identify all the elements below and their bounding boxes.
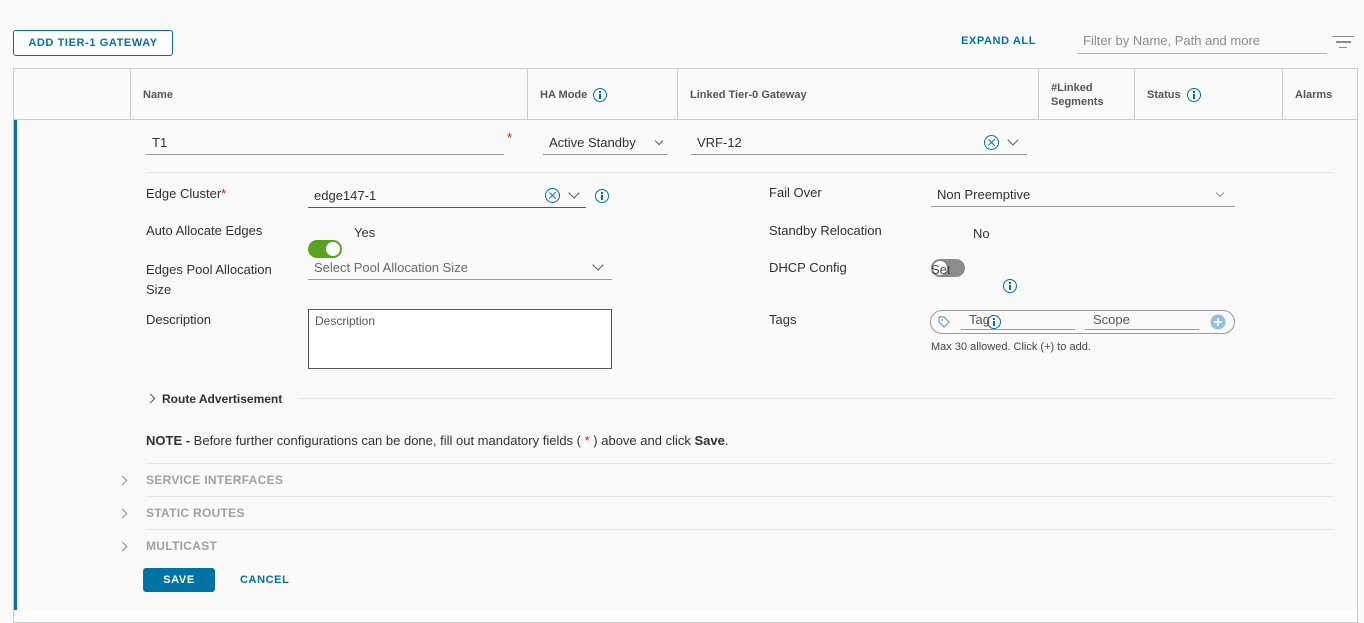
- chevron-down-icon: [654, 136, 664, 145]
- info-icon[interactable]: [1186, 87, 1201, 102]
- clear-icon[interactable]: [984, 135, 999, 150]
- description-label: Description: [146, 312, 212, 327]
- divider: [146, 496, 1334, 497]
- tier0-value: VRF-12: [697, 135, 742, 150]
- edge-cluster-value: edge147-1: [314, 188, 377, 203]
- tags-hint: Max 30 allowed. Click (+) to add.: [931, 341, 1091, 353]
- tag-icon: [938, 316, 950, 328]
- column-linked-tier0-label: Linked Tier-0 Gateway: [690, 88, 807, 101]
- chevron-down-icon[interactable]: [592, 259, 604, 271]
- route-advertisement-toggle[interactable]: Route Advertisement: [162, 392, 282, 406]
- edge-cluster-label: Edge Cluster*: [146, 186, 227, 201]
- standby-relocation-label: Standby Relocation: [769, 223, 882, 238]
- auto-allocate-value: Yes: [354, 225, 376, 240]
- standby-relocation-value: No: [973, 226, 990, 241]
- fail-over-label: Fail Over: [769, 185, 822, 200]
- column-ha-mode-label: HA Mode: [540, 88, 588, 101]
- info-icon[interactable]: [595, 189, 609, 203]
- clear-icon[interactable]: [545, 188, 560, 203]
- add-tier1-gateway-button[interactable]: ADD TIER-1 GATEWAY: [13, 30, 173, 56]
- column-linked-segments-label-2: Segments: [1051, 95, 1104, 108]
- cancel-button[interactable]: CANCEL: [240, 574, 289, 586]
- ha-mode-select[interactable]: Active Standby: [543, 131, 668, 155]
- column-linked-segments-label-1: #Linked: [1051, 81, 1093, 94]
- fail-over-value: Non Preemptive: [937, 187, 1031, 202]
- grid-header: Name HA Mode Linked Tier-0 Gateway #Link…: [14, 69, 1357, 120]
- section-multicast[interactable]: MULTICAST: [146, 539, 217, 553]
- chevron-down-icon[interactable]: [1007, 134, 1019, 146]
- column-linked-segments[interactable]: #Linked Segments: [1038, 69, 1134, 120]
- tags-label: Tags: [769, 312, 797, 327]
- description-textarea[interactable]: Description: [308, 309, 612, 369]
- column-linked-tier0[interactable]: Linked Tier-0 Gateway: [677, 69, 1038, 120]
- scope-input[interactable]: Scope: [1085, 312, 1199, 330]
- column-status-label: Status: [1147, 88, 1181, 101]
- tier0-select[interactable]: VRF-12: [691, 131, 1027, 155]
- divider: [298, 398, 1334, 399]
- section-static-routes[interactable]: STATIC ROUTES: [146, 506, 245, 520]
- divider: [146, 529, 1334, 530]
- chevron-down-icon[interactable]: [568, 187, 580, 199]
- fail-over-select[interactable]: Non Preemptive: [931, 183, 1235, 207]
- ha-mode-value: Active Standby: [549, 135, 636, 150]
- column-name[interactable]: Name: [130, 69, 527, 120]
- column-alarms-label: Alarms: [1295, 88, 1333, 101]
- expand-all-button[interactable]: EXPAND ALL: [961, 35, 1036, 47]
- divider: [146, 463, 1334, 464]
- edge-cluster-select[interactable]: edge147-1: [308, 184, 586, 208]
- pool-allocation-select[interactable]: Select Pool Allocation Size: [308, 256, 612, 280]
- pool-allocation-label: Edges Pool Allocation Size: [146, 262, 272, 297]
- info-icon[interactable]: [1003, 279, 1017, 293]
- plus-icon[interactable]: [1210, 314, 1226, 330]
- info-icon[interactable]: [593, 87, 608, 102]
- name-input[interactable]: T1: [146, 131, 504, 155]
- save-button[interactable]: SAVE: [143, 568, 215, 592]
- note-text: NOTE - Before further configurations can…: [146, 433, 729, 448]
- filter-input[interactable]: [1077, 28, 1327, 54]
- tag-input[interactable]: Tag: [961, 312, 1075, 330]
- column-name-label: Name: [143, 88, 173, 101]
- column-status[interactable]: Status: [1134, 69, 1282, 120]
- auto-allocate-label: Auto Allocate Edges: [146, 223, 263, 238]
- section-service-interfaces[interactable]: SERVICE INTERFACES: [146, 473, 283, 487]
- dhcp-config-label: DHCP Config: [769, 260, 847, 275]
- filter-icon[interactable]: [1331, 36, 1355, 50]
- pool-allocation-placeholder: Select Pool Allocation Size: [314, 260, 468, 275]
- column-ha-mode[interactable]: HA Mode: [527, 69, 677, 120]
- required-mark: *: [507, 130, 513, 145]
- column-alarms[interactable]: Alarms: [1282, 69, 1357, 120]
- chevron-down-icon: [1215, 188, 1225, 197]
- dhcp-config-value[interactable]: Set: [931, 262, 951, 277]
- divider: [146, 172, 1334, 173]
- required-mark: *: [221, 186, 227, 201]
- tags-input-group: Tag Scope: [930, 310, 1235, 334]
